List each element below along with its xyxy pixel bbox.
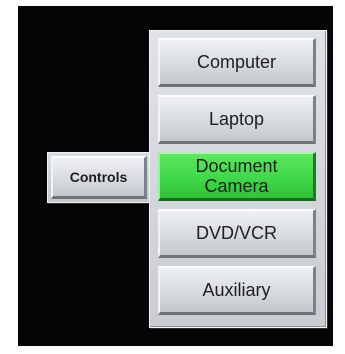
computer-button-label: Computer: [196, 52, 277, 72]
auxiliary-button[interactable]: Auxiliary: [158, 266, 316, 315]
source-selector-panel: Computer Laptop Document Camera DVD/VCR …: [149, 30, 327, 328]
touch-panel-screen: Controls Computer Laptop Document Camera…: [18, 6, 333, 346]
laptop-button[interactable]: Laptop: [158, 95, 316, 144]
controls-button[interactable]: Controls: [51, 156, 147, 199]
laptop-button-label: Laptop: [208, 109, 265, 129]
computer-button[interactable]: Computer: [158, 38, 316, 87]
auxiliary-button-label: Auxiliary: [202, 280, 271, 300]
document-camera-button-label: Document Camera: [195, 156, 278, 196]
dvd-vcr-button[interactable]: DVD/VCR: [158, 209, 316, 258]
document-camera-button[interactable]: Document Camera: [158, 152, 316, 201]
controls-button-label: Controls: [69, 169, 128, 185]
controls-frame: Controls: [47, 152, 151, 203]
dvd-vcr-button-label: DVD/VCR: [195, 223, 277, 243]
